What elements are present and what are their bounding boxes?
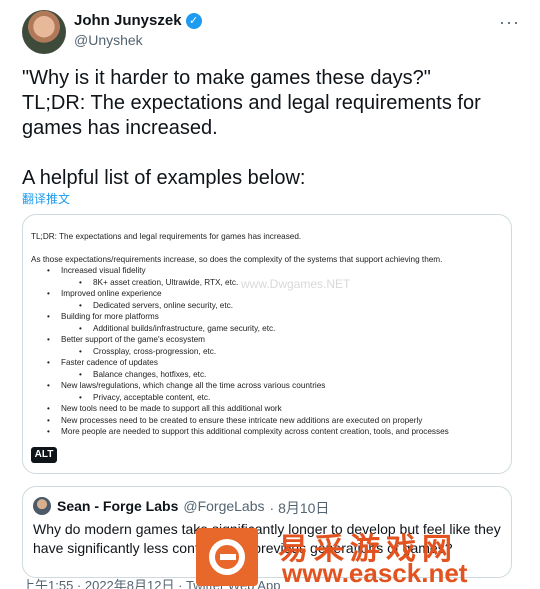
tweet-text-line: "Why is it harder to make games these da… [22,67,431,89]
quoted-tweet-date: · 8月10日 [269,500,330,516]
image-list-subitem: Additional builds/infrastructure, game s… [31,323,505,335]
tweet-image[interactable]: TL;DR: The expectations and legal requir… [22,214,512,474]
quoted-tweet-header: Sean - Forge Labs @ForgeLabs · 8月10日 [57,498,329,518]
translate-tweet-link[interactable]: 翻译推文 [22,190,70,207]
tweet-header: John Junyszek ✓ @Unyshek ··· [22,10,522,56]
image-list-subitem: Balance changes, hotfixes, etc. [31,369,505,381]
image-list-item: New laws/regulations, which change all t… [31,380,505,392]
watermark-logo [196,528,258,586]
tweet-text: "Why is it harder to make games these da… [22,66,518,191]
image-list-item: Better support of the game's ecosystem [31,334,505,346]
image-list-item: Building for more platforms [31,311,505,323]
verified-badge-icon: ✓ [185,12,202,29]
image-list-item: New processes need to be created to ensu… [31,415,505,427]
image-list-subitem: Crossplay, cross-progression, etc. [31,346,505,358]
author-display-name[interactable]: John Junyszek [74,12,182,29]
author-name-row: John Junyszek ✓ [74,12,202,29]
more-options-icon[interactable]: ··· [499,12,520,33]
quoted-author-name: Sean - Forge Labs [57,498,179,514]
image-list-item: More people are needed to support this a… [31,426,505,438]
quoted-author-handle: @ForgeLabs [183,498,265,514]
tweet-text-line: TL;DR: The expectations and legal requir… [22,92,481,139]
image-list-subitem: Dedicated servers, online security, etc. [31,300,505,312]
alt-text-badge[interactable]: ALT [31,447,57,463]
image-intro: As those expectations/requirements incre… [31,254,443,264]
watermark-site-url: www.easck.net [282,558,468,588]
tweet-text-line: A helpful list of examples below: [22,167,306,189]
image-list-item: Faster cadence of updates [31,357,505,369]
image-text-content: TL;DR: The expectations and legal requir… [31,231,505,438]
image-list-item: Increased visual fidelity [31,265,505,277]
author-avatar[interactable] [22,10,66,54]
image-list-item: New tools need to be made to support all… [31,403,505,415]
author-handle[interactable]: @Unyshek [74,32,143,48]
image-heading: TL;DR: The expectations and legal requir… [31,232,302,241]
image-list-subitem: Privacy, acceptable content, etc. [31,392,505,404]
image-faint-watermark: www.Dwgames.NET [241,277,351,291]
tweet: John Junyszek ✓ @Unyshek ··· "Why is it … [0,0,540,589]
quoted-author-avatar [33,497,51,515]
